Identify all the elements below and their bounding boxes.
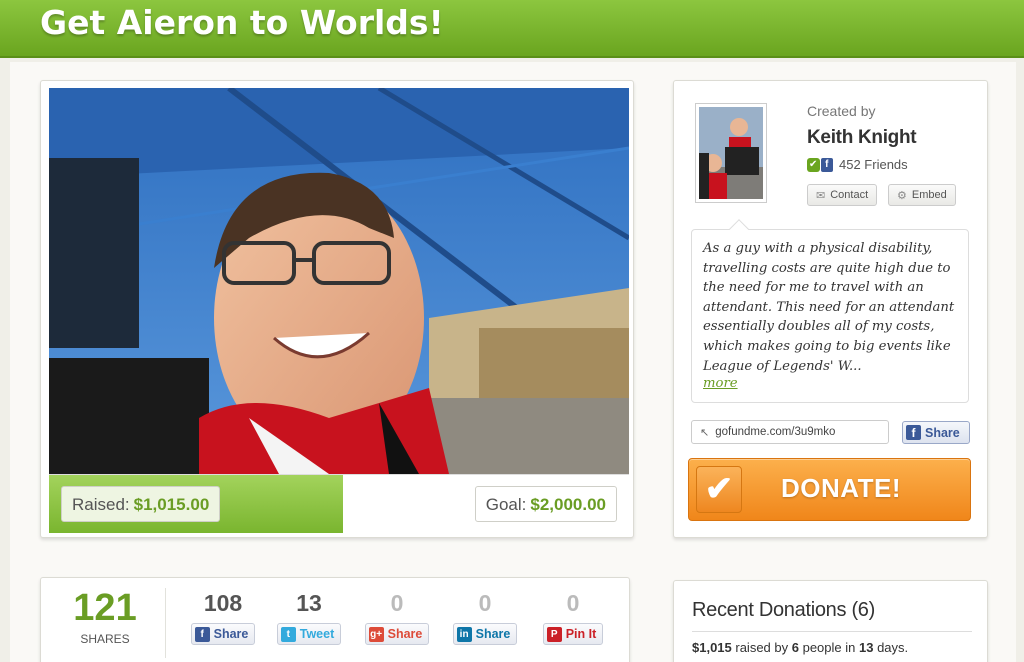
facebook-icon: f	[194, 626, 210, 642]
share-count: 0	[390, 590, 404, 616]
embed-button[interactable]: ⚙ Embed	[888, 184, 956, 206]
summary-text-2: people in	[798, 640, 859, 655]
share-count: 0	[478, 590, 492, 616]
donate-label: DONATE!	[781, 473, 902, 503]
summary-days: 13	[858, 640, 874, 655]
summary-amount: $1,015	[692, 640, 732, 655]
divider	[165, 588, 166, 658]
facebook-icon: f	[906, 425, 921, 440]
short-url-text: gofundme.com/3u9mko	[715, 426, 836, 438]
facebook-verified-icon: ✔ f	[807, 157, 833, 172]
share-label: Pin It	[565, 627, 597, 641]
share-column: 108 f Share	[183, 590, 263, 645]
share-label: Share	[213, 627, 249, 641]
raised-value: $1,015.00	[133, 495, 210, 514]
contact-button[interactable]: ✉ Contact	[807, 184, 878, 206]
blurb-text: As a guy with a physical disability, tra…	[703, 241, 955, 374]
donate-button[interactable]: ✔ DONATE!	[688, 458, 971, 521]
share-column: 0 g+ Share	[357, 590, 437, 645]
embed-label: Embed	[911, 189, 947, 201]
campaign-media-card: Raised: $1,015.00 Goal: $2,000.00	[40, 80, 634, 538]
creator-avatar[interactable]	[695, 103, 767, 203]
share-label: Share	[475, 627, 511, 641]
summary-people: 6	[791, 640, 799, 655]
summary-text-3: days.	[873, 640, 909, 655]
summary-text-1: raised by	[731, 640, 792, 655]
shares-card: 121 SHARES 108 f Share 13 t Tweet 0 g+ Share 0 in S…	[40, 577, 630, 662]
share-count: 108	[203, 590, 243, 616]
pinterest-icon: P	[546, 626, 562, 642]
creator-card: Created by Keith Knight ✔ f 452 Friends ✉…	[673, 80, 988, 538]
recent-donations-card: Recent Donations (6) $1,015 raised by 6 …	[673, 580, 988, 662]
creator-name[interactable]: Keith Knight	[807, 127, 917, 149]
share-count: 13	[296, 590, 322, 616]
header-bar: Get Aieron to Worlds!	[0, 0, 1024, 58]
more-link[interactable]: more	[703, 376, 957, 391]
facebook-share-button[interactable]: f Share	[902, 421, 970, 444]
share-column: 0 P Pin It	[533, 590, 613, 645]
linkedin-icon: in	[456, 626, 472, 642]
share-column: 0 in Share	[445, 590, 525, 645]
share-label: Tweet	[299, 627, 335, 641]
checkmark-icon: ✔	[696, 466, 742, 513]
raised-label: Raised:	[72, 495, 130, 514]
linkedin-share-button[interactable]: in Share	[452, 623, 518, 645]
funding-progress: Raised: $1,015.00 Goal: $2,000.00	[49, 474, 629, 533]
raised-amount-box: Raised: $1,015.00	[61, 486, 221, 522]
gear-icon: ⚙	[897, 189, 907, 202]
envelope-icon: ✉	[816, 189, 826, 202]
recent-donations-title: Recent Donations (6)	[692, 599, 875, 621]
facebook-share-button[interactable]: f Share	[190, 623, 256, 645]
short-url-field[interactable]: ↖ gofundme.com/3u9mko	[691, 420, 889, 444]
share-count: 0	[566, 590, 580, 616]
donations-summary: $1,015 raised by 6 people in 13 days.	[692, 640, 908, 655]
shares-total-label: SHARES	[80, 632, 130, 646]
campaign-blurb: As a guy with a physical disability, tra…	[691, 219, 969, 403]
goal-label: Goal:	[485, 495, 527, 514]
creator-friends: ✔ f 452 Friends	[807, 157, 908, 172]
twitter-icon: t	[280, 626, 296, 642]
share-label: Share	[387, 627, 423, 641]
share-column: 13 t Tweet	[269, 590, 349, 645]
facebook-share-label: Share	[925, 425, 960, 440]
google-plus-share-button[interactable]: g+ Share	[364, 623, 430, 645]
twitter-share-button[interactable]: t Tweet	[276, 623, 342, 645]
contact-label: Contact	[830, 189, 869, 201]
created-by-label: Created by	[807, 103, 876, 119]
pinterest-share-button[interactable]: P Pin It	[542, 623, 604, 645]
friends-count: 452 Friends	[839, 157, 908, 172]
goal-value: $2,000.00	[530, 495, 606, 514]
goal-amount-box: Goal: $2,000.00	[474, 486, 617, 522]
blurb-pointer	[729, 219, 749, 239]
shares-total: 121	[73, 587, 137, 629]
link-icon: ↖	[700, 426, 710, 439]
campaign-title: Get Aieron to Worlds!	[40, 3, 444, 42]
campaign-photo[interactable]	[49, 88, 629, 474]
divider	[692, 631, 972, 632]
google-plus-icon: g+	[368, 626, 384, 642]
